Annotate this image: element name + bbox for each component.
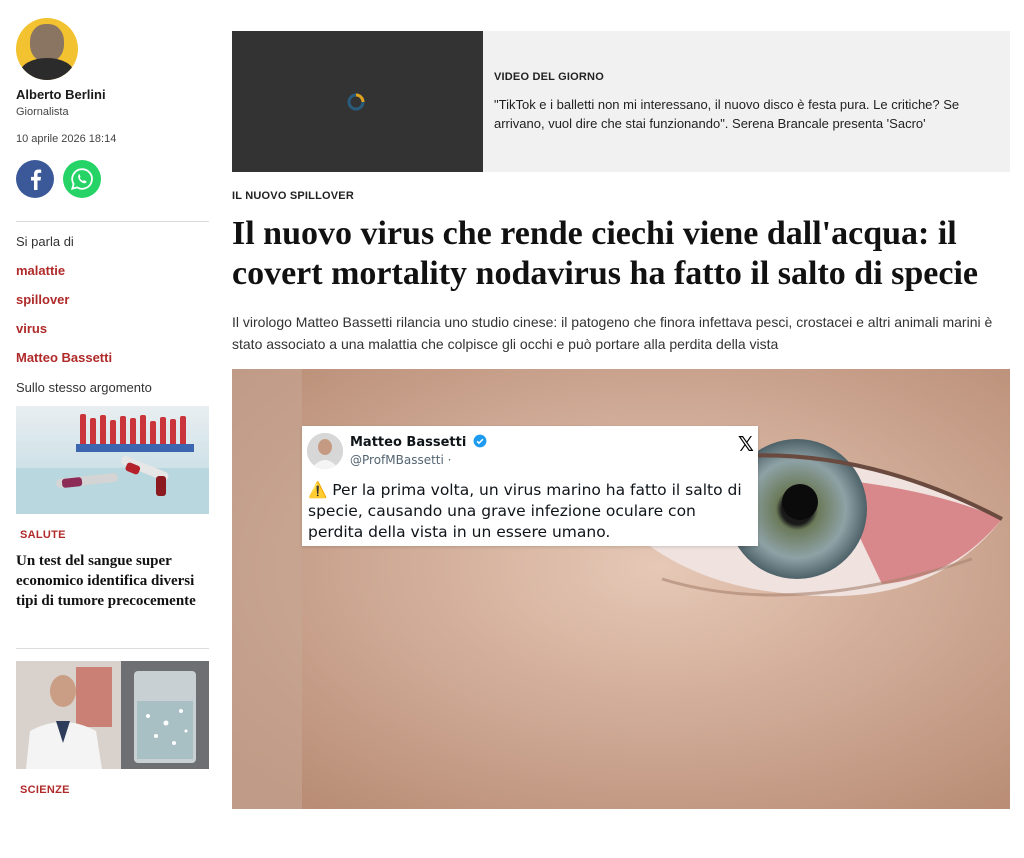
whatsapp-share-button[interactable] <box>63 160 101 198</box>
doctor-illustration <box>16 661 209 769</box>
loading-spinner-icon <box>347 93 365 111</box>
topics-label: Si parla di <box>16 234 74 249</box>
related-card-image-blood-test[interactable] <box>16 406 209 514</box>
video-label: VIDEO DEL GIORNO <box>494 71 604 83</box>
article-headline: Il nuovo virus che rende ciechi viene da… <box>232 215 979 292</box>
topic-tag-spillover[interactable]: spillover <box>16 292 209 307</box>
embedded-tweet[interactable]: Matteo Bassetti @ProfMBassetti · 𝕏 ⚠️ Pe… <box>302 426 758 546</box>
topic-tag-malattie[interactable]: malattie <box>16 263 209 278</box>
video-of-the-day: VIDEO DEL GIORNO "TikTok e i balletti no… <box>232 31 1010 172</box>
share-buttons <box>16 160 209 198</box>
facebook-share-button[interactable] <box>16 160 54 198</box>
author-role: Giornalista <box>16 106 69 118</box>
related-card-section-scienze[interactable]: SCIENZE <box>20 784 209 796</box>
related-card-image-doctor[interactable] <box>16 661 209 769</box>
video-info: VIDEO DEL GIORNO "TikTok e i balletti no… <box>483 31 1010 172</box>
topic-tag-matteo-bassetti[interactable]: Matteo Bassetti <box>16 350 209 365</box>
blood-test-illustration <box>16 414 209 514</box>
warning-icon: ⚠️ <box>308 481 328 499</box>
publish-date: 10 aprile 2026 18:14 <box>16 133 117 145</box>
tweet-text-body: Per la prima volta, un virus marino ha f… <box>308 481 742 541</box>
tweet-handle[interactable]: @ProfMBassetti · <box>350 453 451 467</box>
video-player[interactable] <box>232 31 483 172</box>
tweet-author-name-text: Matteo Bassetti <box>350 435 467 450</box>
sidebar-divider <box>16 221 209 222</box>
related-label: Sullo stesso argomento <box>16 380 152 395</box>
tweet-avatar <box>307 433 343 469</box>
related-card-section-salute[interactable]: SALUTE <box>20 529 209 541</box>
article-main: VIDEO DEL GIORNO "TikTok e i balletti no… <box>232 31 1010 809</box>
tweet-avatar-icon <box>307 433 343 469</box>
video-title[interactable]: "TikTok e i balletti non mi interessano,… <box>494 95 996 133</box>
author-avatar[interactable] <box>16 18 78 80</box>
verified-badge-icon <box>473 434 487 448</box>
topic-tag-virus[interactable]: virus <box>16 321 209 336</box>
x-logo-icon[interactable]: 𝕏 <box>738 432 754 456</box>
article-summary: Il virologo Matteo Bassetti rilancia uno… <box>232 314 993 352</box>
author-name[interactable]: Alberto Berlini <box>16 87 209 102</box>
article-kicker[interactable]: IL NUOVO SPILLOVER <box>232 190 1010 202</box>
hero-image: Matteo Bassetti @ProfMBassetti · 𝕏 ⚠️ Pe… <box>232 369 1010 809</box>
sidebar-divider-2 <box>16 648 209 649</box>
tweet-author-name: Matteo Bassetti <box>350 434 487 450</box>
whatsapp-icon <box>71 168 93 190</box>
tweet-text: ⚠️ Per la prima volta, un virus marino h… <box>308 480 748 543</box>
related-card-title[interactable]: Un test del sangue super economico ident… <box>16 551 209 611</box>
facebook-icon <box>31 169 42 190</box>
sidebar: Alberto Berlini Giornalista 10 aprile 20… <box>16 18 209 796</box>
author-face <box>30 24 64 62</box>
author-suit <box>20 58 74 80</box>
